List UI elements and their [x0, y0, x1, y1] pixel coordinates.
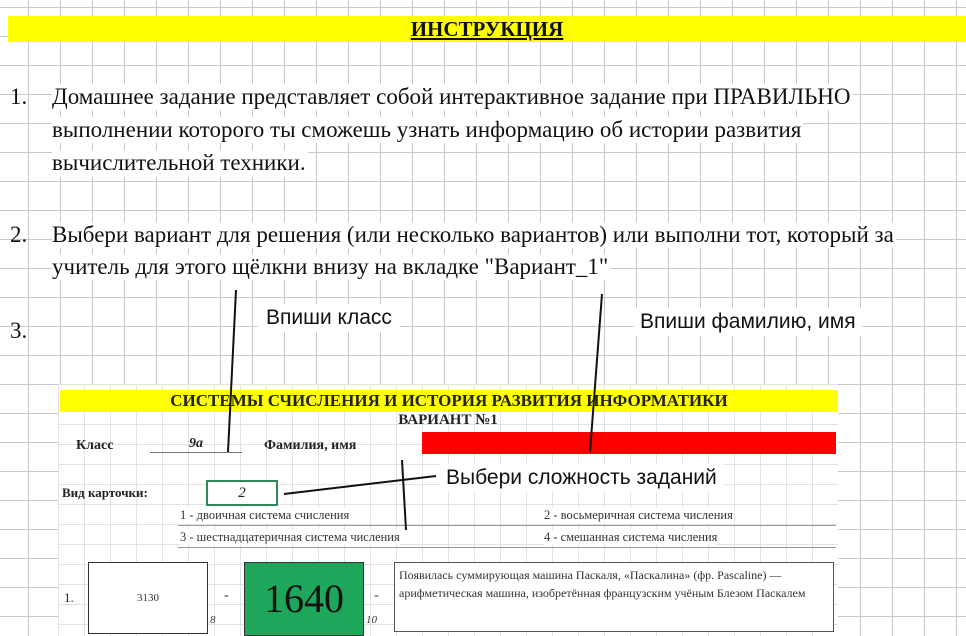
leader-line-class	[227, 289, 237, 453]
callout-leader-lines	[227, 289, 603, 531]
leader-line-name	[589, 293, 603, 453]
leader-line-difficulty	[283, 475, 437, 495]
leader-line-difficulty-up	[401, 459, 407, 531]
